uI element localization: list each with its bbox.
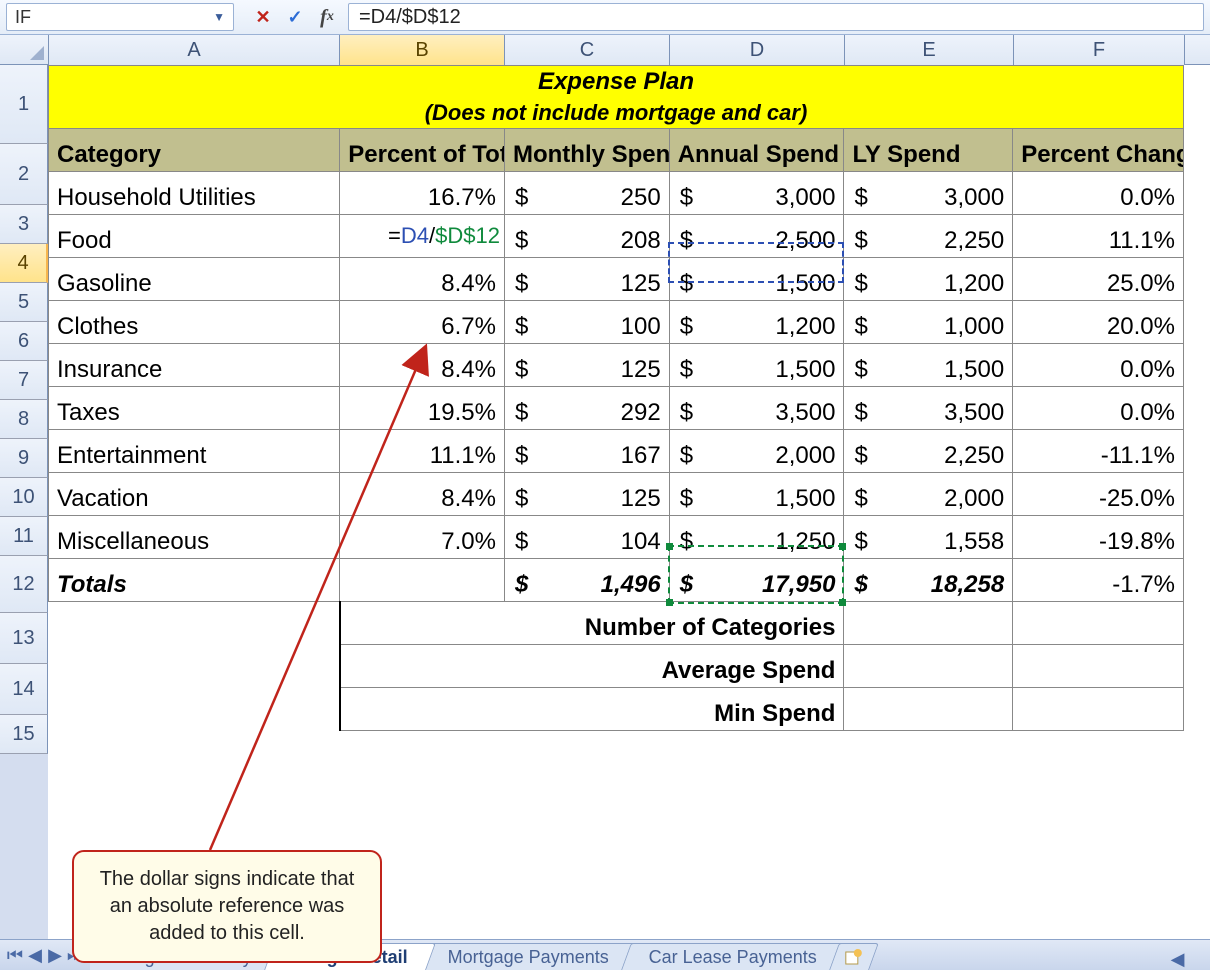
row-header-1[interactable]: 1: [0, 65, 48, 144]
hdr-monthly[interactable]: Monthly Spend: [504, 129, 669, 172]
next-sheet-icon[interactable]: ▶: [46, 946, 64, 964]
subtitle-text: (Does not include mortgage and car): [57, 100, 1175, 126]
chevron-down-icon[interactable]: ▼: [213, 10, 225, 24]
table-row[interactable]: Food =D4/$D$12 $208 $2,500 $2,250 11.1%: [49, 215, 1184, 258]
hdr-change[interactable]: Percent Change: [1013, 129, 1184, 172]
row-header-8[interactable]: 8: [0, 400, 48, 439]
row-header-15[interactable]: 15: [0, 715, 48, 754]
table-row[interactable]: Insurance8.4% $125 $1,500 $1,500 0.0%: [49, 344, 1184, 387]
row-header-9[interactable]: 9: [0, 439, 48, 478]
inline-formula: =D4/$D$12: [340, 215, 504, 257]
callout-note: The dollar signs indicate that an absolu…: [72, 850, 382, 963]
new-sheet-button[interactable]: [829, 943, 879, 970]
row-header-11[interactable]: 11: [0, 517, 48, 556]
prev-sheet-icon[interactable]: ◀: [26, 946, 44, 964]
select-all-corner[interactable]: [0, 35, 49, 65]
summary-row[interactable]: Number of Categories: [49, 602, 1184, 645]
row-header-12[interactable]: 12: [0, 556, 48, 613]
row-header-3[interactable]: 3: [0, 205, 48, 244]
summary-row[interactable]: Average Spend: [49, 645, 1184, 688]
table-row[interactable]: Entertainment11.1% $167 $2,000 $2,250 -1…: [49, 430, 1184, 473]
tab-car-lease[interactable]: Car Lease Payments: [621, 943, 845, 970]
cells[interactable]: Expense Plan (Does not include mortgage …: [48, 65, 1210, 941]
table-row[interactable]: Vacation8.4% $125 $1,500 $2,000 -25.0%: [49, 473, 1184, 516]
col-header-c[interactable]: C: [505, 35, 670, 66]
hdr-pct-total[interactable]: Percent of Total: [340, 129, 505, 172]
col-header-f[interactable]: F: [1014, 35, 1185, 66]
row-header-2[interactable]: 2: [0, 144, 48, 205]
formula-buttons: ✕ ✓ fx: [252, 6, 338, 28]
hdr-category[interactable]: Category: [49, 129, 340, 172]
column-headers: A B C D E F: [0, 35, 1210, 65]
name-box[interactable]: IF ▼: [6, 3, 234, 31]
table-row[interactable]: Taxes19.5% $292 $3,500 $3,500 0.0%: [49, 387, 1184, 430]
col-header-e[interactable]: E: [845, 35, 1014, 66]
callout-text: The dollar signs indicate that an absolu…: [100, 868, 355, 944]
col-header-rest: [1185, 35, 1210, 65]
row-header-7[interactable]: 7: [0, 361, 48, 400]
totals-row[interactable]: Totals $1,496 $17,950 $18,258 -1.7%: [49, 559, 1184, 602]
row-header-5[interactable]: 5: [0, 283, 48, 322]
table-row[interactable]: Clothes6.7% $100 $1,200 $1,000 20.0%: [49, 301, 1184, 344]
worksheet: A B C D E F 1 2 3 4 5 6 7 8 9 10 11 12 1…: [0, 35, 1210, 941]
app-window: IF ▼ ✕ ✓ fx =D4/$D$12 A B C D E F 1 2: [0, 0, 1210, 970]
row-header-14[interactable]: 14: [0, 664, 48, 715]
cancel-icon[interactable]: ✕: [252, 6, 274, 28]
table-row[interactable]: Gasoline8.4% $125 $1,500 $1,200 25.0%: [49, 258, 1184, 301]
row-header-6[interactable]: 6: [0, 322, 48, 361]
formula-input[interactable]: =D4/$D$12: [348, 3, 1204, 31]
name-box-value: IF: [15, 7, 31, 28]
first-sheet-icon[interactable]: ⏮: [6, 946, 24, 964]
row-header-4[interactable]: 4: [0, 244, 48, 283]
row-header-10[interactable]: 10: [0, 478, 48, 517]
row-header-13[interactable]: 13: [0, 613, 48, 664]
fx-icon[interactable]: fx: [316, 6, 338, 28]
hdr-annual[interactable]: Annual Spend: [669, 129, 844, 172]
hdr-ly[interactable]: LY Spend: [844, 129, 1013, 172]
col-header-a[interactable]: A: [49, 35, 340, 66]
col-header-b[interactable]: B: [340, 35, 505, 67]
formula-text: =D4/$D$12: [359, 6, 461, 29]
table-row[interactable]: Miscellaneous7.0% $104 $1,250 $1,558 -19…: [49, 516, 1184, 559]
tab-scroll-right[interactable]: ◀: [1150, 949, 1210, 970]
formula-bar: IF ▼ ✕ ✓ fx =D4/$D$12: [0, 0, 1210, 35]
table-row[interactable]: Household Utilities 16.7% $250 $3,000 $3…: [49, 172, 1184, 215]
row-headers: 1 2 3 4 5 6 7 8 9 10 11 12 13 14 15: [0, 65, 48, 941]
col-header-d[interactable]: D: [670, 35, 845, 66]
enter-icon[interactable]: ✓: [284, 6, 306, 28]
title-cell[interactable]: Expense Plan (Does not include mortgage …: [49, 66, 1184, 129]
title-text: Expense Plan: [538, 68, 694, 95]
summary-row[interactable]: Min Spend: [49, 688, 1184, 731]
cell-b4-editing[interactable]: =D4/$D$12: [340, 215, 505, 258]
tab-mortgage[interactable]: Mortgage Payments: [420, 943, 637, 970]
